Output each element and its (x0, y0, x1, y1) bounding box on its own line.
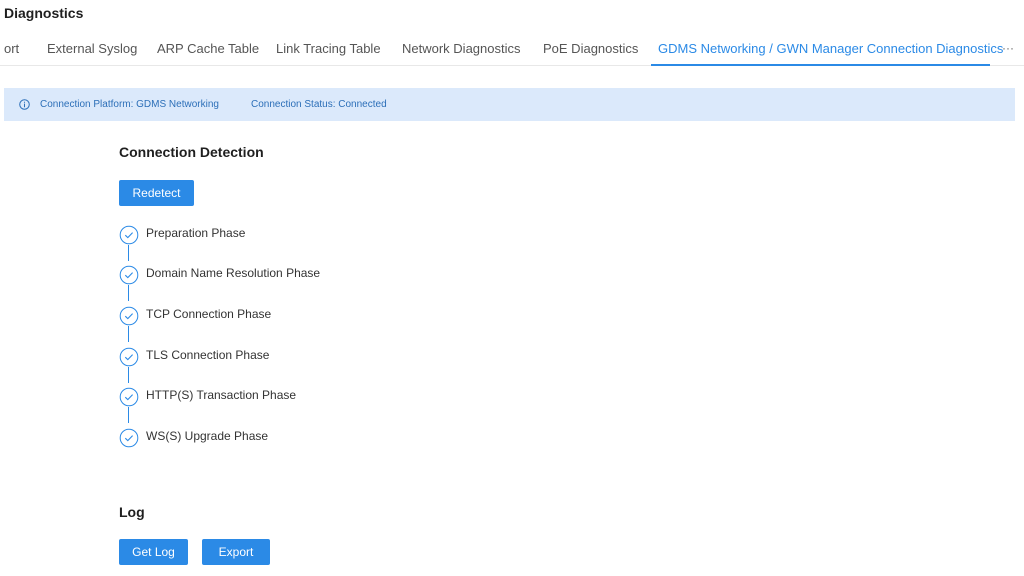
phase-connector (128, 407, 129, 423)
tab-arp-cache-table[interactable]: ARP Cache Table (157, 36, 259, 66)
phase-label: HTTP(S) Transaction Phase (146, 388, 297, 402)
tab-bar: ort External Syslog ARP Cache Table Link… (0, 36, 1024, 66)
page-title: Diagnostics (4, 5, 84, 21)
phase-label: Preparation Phase (146, 226, 246, 240)
check-circle-icon (119, 265, 139, 285)
check-circle-icon (119, 428, 139, 448)
connection-detection-title: Connection Detection (119, 144, 264, 160)
phase-connector (128, 367, 129, 383)
phase-label: TLS Connection Phase (146, 348, 270, 362)
tab-external-syslog[interactable]: External Syslog (47, 36, 137, 66)
connection-info-banner: Connection Platform: GDMS Networking Con… (4, 88, 1015, 121)
phase-connector (128, 326, 129, 342)
check-circle-icon (119, 225, 139, 245)
phase-connector (128, 285, 129, 301)
connection-platform-text: Connection Platform: GDMS Networking (40, 99, 219, 110)
tab-poe-diagnostics[interactable]: PoE Diagnostics (543, 36, 638, 66)
check-circle-icon (119, 387, 139, 407)
more-tabs-icon[interactable]: ··· (1002, 36, 1014, 66)
redetect-button[interactable]: Redetect (119, 180, 194, 206)
log-title: Log (119, 504, 145, 520)
tab-gdms-connection-diagnostics[interactable]: GDMS Networking / GWN Manager Connection… (658, 36, 1003, 66)
get-log-button[interactable]: Get Log (119, 539, 188, 565)
active-tab-indicator (651, 64, 990, 66)
tab-link-tracing-table[interactable]: Link Tracing Table (276, 36, 381, 66)
connection-status-text: Connection Status: Connected (251, 99, 387, 110)
phase-connector (128, 245, 129, 261)
phase-label: Domain Name Resolution Phase (146, 266, 321, 280)
info-circle-icon (19, 99, 30, 110)
export-button[interactable]: Export (202, 539, 270, 565)
tab-port[interactable]: ort (4, 36, 19, 66)
tab-network-diagnostics[interactable]: Network Diagnostics (402, 36, 521, 66)
phase-label: WS(S) Upgrade Phase (146, 429, 269, 443)
phase-label: TCP Connection Phase (146, 307, 272, 321)
check-circle-icon (119, 306, 139, 326)
check-circle-icon (119, 347, 139, 367)
